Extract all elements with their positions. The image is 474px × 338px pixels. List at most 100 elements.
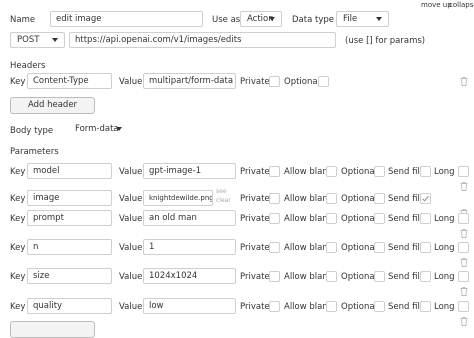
param-send-file-checkbox[interactable] [420,193,431,204]
collapse-link[interactable]: collapse [449,1,474,9]
method-value: POST [17,35,40,45]
param-send-file-checkbox[interactable] [420,166,431,177]
add-header-button[interactable]: Add header [10,97,95,114]
param-optional-checkbox[interactable] [374,193,385,204]
move-up-link[interactable]: move up [421,1,452,9]
param-key-input[interactable]: image [27,190,112,206]
param-key-label: Key [10,243,26,253]
trash-icon[interactable] [460,287,468,296]
param-value-input[interactable]: knightdewilde.png [143,190,213,206]
param-value-label: Value [119,194,143,204]
chevron-down-icon [52,38,58,42]
param-private-checkbox[interactable] [269,301,280,312]
clear-file-link[interactable]: clear [216,197,231,204]
param-key-label: Key [10,167,26,177]
header-optional-checkbox[interactable] [318,76,329,87]
parameters-section-label: Parameters [10,147,59,157]
param-key-label: Key [10,214,26,224]
param-value-label: Value [119,167,143,177]
name-input[interactable]: edit image [50,11,203,27]
use-as-dropdown[interactable]: Action [240,11,282,27]
param-value-input[interactable]: low [143,298,236,314]
param-allow-blank-checkbox[interactable] [326,213,337,224]
param-allow-blank-checkbox[interactable] [326,301,337,312]
param-optional-checkbox[interactable] [374,271,385,282]
chevron-down-icon [116,127,122,131]
param-private-label: Private [240,243,270,253]
body-type-value: Form-data [75,124,119,134]
param-private-label: Private [240,214,270,224]
param-private-checkbox[interactable] [269,242,280,253]
param-value-label: Value [119,243,143,253]
param-send-file-checkbox[interactable] [420,242,431,253]
param-value-input[interactable]: 1 [143,239,236,255]
trash-icon[interactable] [460,229,468,238]
param-private-checkbox[interactable] [269,166,280,177]
param-long-label: Long [434,243,455,253]
param-private-label: Private [240,194,270,204]
header-optional-label: Optional [284,77,320,87]
param-private-label: Private [240,167,270,177]
param-value-label: Value [119,214,143,224]
param-value-input[interactable]: an old man [143,210,236,226]
param-value-input[interactable]: 1024x1024 [143,268,236,284]
param-key-input[interactable]: model [27,163,112,179]
header-value-input[interactable]: multipart/form-data [143,73,236,89]
param-send-file-checkbox[interactable] [420,213,431,224]
param-long-checkbox[interactable] [458,301,469,312]
param-optional-checkbox[interactable] [374,166,385,177]
param-value-input[interactable]: gpt-image-1 [143,163,236,179]
param-private-checkbox[interactable] [269,213,280,224]
param-long-checkbox[interactable] [458,166,469,177]
param-long-checkbox[interactable] [458,242,469,253]
param-key-label: Key [10,194,26,204]
trash-icon[interactable] [460,258,468,267]
param-key-input[interactable]: quality [27,298,112,314]
header-private-checkbox[interactable] [269,76,280,87]
param-long-label: Long [434,302,455,312]
data-type-value: File [343,14,358,24]
see-file-link[interactable]: see [216,188,227,195]
param-long-checkbox[interactable] [458,213,469,224]
data-type-label: Data type [292,15,334,25]
param-value-label: Value [119,302,143,312]
method-dropdown[interactable]: POST [10,32,65,48]
param-long-label: Long [434,272,455,282]
trash-icon[interactable] [460,77,468,86]
url-input[interactable]: https://api.openai.com/v1/images/edits [69,32,336,48]
headers-section-label: Headers [10,61,46,71]
param-optional-label: Optional [341,272,377,282]
body-type-label: Body type [10,126,54,136]
body-type-dropdown[interactable]: Form-data [69,122,124,138]
param-key-input[interactable]: size [27,268,112,284]
param-optional-label: Optional [341,243,377,253]
param-optional-label: Optional [341,167,377,177]
param-send-file-checkbox[interactable] [420,271,431,282]
param-key-label: Key [10,272,26,282]
param-long-checkbox[interactable] [458,271,469,282]
param-send-file-checkbox[interactable] [420,301,431,312]
header-value-label: Value [119,77,143,87]
param-key-input[interactable]: n [27,239,112,255]
chevron-down-icon [376,17,382,21]
add-parameter-button[interactable] [10,321,95,338]
param-value-label: Value [119,272,143,282]
param-private-checkbox[interactable] [269,271,280,282]
param-optional-checkbox[interactable] [374,242,385,253]
param-optional-checkbox[interactable] [374,301,385,312]
name-label: Name [10,15,36,25]
param-key-input[interactable]: prompt [27,210,112,226]
header-key-input[interactable]: Content-Type [27,73,112,89]
data-type-dropdown[interactable]: File [336,11,389,27]
param-allow-blank-checkbox[interactable] [326,242,337,253]
param-private-checkbox[interactable] [269,193,280,204]
param-allow-blank-checkbox[interactable] [326,166,337,177]
param-optional-label: Optional [341,214,377,224]
param-allow-blank-checkbox[interactable] [326,193,337,204]
param-allow-blank-checkbox[interactable] [326,271,337,282]
chevron-down-icon [269,17,275,21]
trash-icon[interactable] [460,182,468,191]
param-optional-checkbox[interactable] [374,213,385,224]
checkmark-icon [422,195,429,202]
trash-icon[interactable] [460,317,468,326]
